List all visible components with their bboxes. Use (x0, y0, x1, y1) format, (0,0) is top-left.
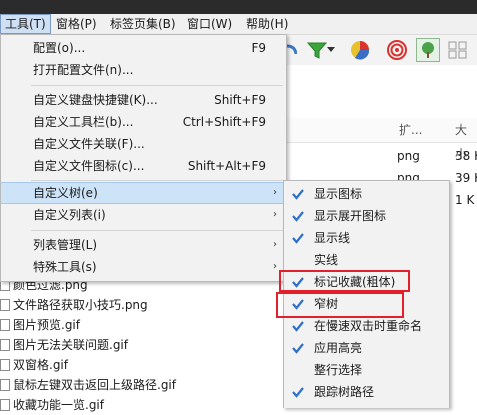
file-icon (0, 359, 10, 371)
menu-item-label: 打开配置文件(n)... (33, 63, 134, 77)
cell-size: 1 K (455, 193, 475, 207)
menu-separator (31, 230, 283, 231)
submenu-item-label: 显示展开图标 (314, 209, 387, 223)
file-row[interactable]: 鼠标左键双击返回上级路径.gif (0, 375, 176, 395)
file-icon (0, 299, 10, 311)
menu-item-label: 自定义键盘快捷键(K)... (33, 93, 158, 107)
annotation-box-narrow-tree (276, 292, 404, 318)
menu-tabsets[interactable]: 标签页集(B) (106, 15, 180, 33)
submenu-item-show-lines[interactable]: 显示线 (284, 227, 449, 249)
file-icon (0, 319, 10, 331)
submenu-item-show-expand-icons[interactable]: 显示展开图标 (284, 205, 449, 227)
submenu-arrow-icon: › (273, 261, 277, 272)
menu-item-open-config-file[interactable]: 打开配置文件(n)... (1, 59, 286, 81)
column-header-ext[interactable]: 扩... (399, 118, 422, 142)
menu-item-label: 配置(o)... (33, 41, 86, 55)
spiral-icon[interactable] (385, 38, 409, 62)
file-row[interactable]: 双窗格.gif (0, 355, 68, 375)
file-row[interactable]: 图片无法关联问题.gif (0, 335, 128, 355)
tools-menu: 配置(o)... F9 打开配置文件(n)... 自定义键盘快捷键(K)... … (0, 34, 287, 282)
menu-window[interactable]: 窗口(W) (183, 15, 236, 33)
checkmark-icon (292, 211, 304, 222)
menu-item-label: 自定义工具栏(b)... (33, 115, 134, 129)
menu-item-label: 特殊工具(s) (33, 260, 97, 274)
window-title-strip (0, 0, 477, 14)
submenu-item-rename-on-slow-dblclick[interactable]: 在慢速双击时重命名 (284, 315, 449, 337)
file-row[interactable]: 文件路径获取小技巧.png (0, 295, 148, 315)
annotation-box-mark-favorites (279, 270, 410, 292)
checkmark-icon (292, 189, 304, 200)
menu-item-label: 自定义文件关联(F)... (33, 137, 145, 151)
file-name: 收藏功能一览.gif (13, 398, 104, 412)
checkmark-icon (292, 343, 304, 354)
menu-item-custom-keyboard[interactable]: 自定义键盘快捷键(K)... Shift+F9 (1, 89, 286, 111)
file-name: 双窗格.gif (13, 358, 68, 372)
menu-item-label: 自定义文件图标(c)... (33, 159, 145, 173)
panes-icon[interactable] (446, 38, 470, 62)
menu-item-custom-toolbar[interactable]: 自定义工具栏(b)... Ctrl+Shift+F9 (1, 111, 286, 133)
menu-item-config[interactable]: 配置(o)... F9 (1, 37, 286, 59)
file-name: 鼠标左键双击返回上级路径.gif (13, 378, 176, 392)
submenu-item-show-icons[interactable]: 显示图标 (284, 183, 449, 205)
checkmark-icon (292, 233, 304, 244)
submenu-item-label: 实线 (314, 253, 339, 267)
submenu-arrow-icon: › (273, 209, 277, 220)
submenu-item-label: 整行选择 (314, 363, 363, 377)
pie-chart-icon[interactable] (348, 38, 372, 62)
cell-size: 39 K (455, 171, 477, 185)
submenu-item-track-tree-path[interactable]: 跟踪树路径 (284, 381, 449, 403)
menu-item-shortcut: Shift+Alt+F9 (187, 159, 266, 173)
file-name: 文件路径获取小技巧.png (13, 298, 148, 312)
file-row[interactable]: 图片预览.gif (0, 315, 80, 335)
menu-item-shortcut: Shift+F9 (214, 93, 266, 107)
menu-item-custom-file-assoc[interactable]: 自定义文件关联(F)... (1, 133, 286, 155)
checkmark-icon (292, 321, 304, 332)
menu-panes[interactable]: 窗格(P) (52, 15, 101, 33)
menu-item-label: 列表管理(L) (33, 238, 98, 252)
submenu-arrow-icon: › (273, 239, 277, 250)
file-row[interactable]: 收藏功能一览.gif (0, 395, 104, 415)
submenu-item-apply-highlight[interactable]: 应用高亮 (284, 337, 449, 359)
menu-item-label: 自定义列表(i) (33, 208, 106, 222)
checkmark-icon (292, 387, 304, 398)
menu-separator (31, 180, 283, 181)
file-icon (0, 339, 10, 351)
menu-item-custom-tree[interactable]: 自定义树(e) › (1, 182, 286, 204)
menu-item-shortcut: F9 (251, 41, 266, 55)
submenu-arrow-icon: › (273, 187, 277, 198)
submenu-item-label: 在慢速双击时重命名 (314, 319, 423, 333)
submenu-item-label: 显示图标 (314, 187, 363, 201)
column-header-size[interactable]: 大小 (455, 118, 477, 161)
menu-item-special-tools[interactable]: 特殊工具(s) › (1, 256, 286, 278)
cell-ext: png (397, 149, 420, 163)
dropdown-arrow-icon[interactable] (325, 38, 337, 62)
submenu-item-full-row-select[interactable]: 整行选择 (284, 359, 449, 381)
file-name: 图片预览.gif (13, 318, 80, 332)
menu-item-label: 自定义树(e) (33, 186, 98, 200)
menu-item-shortcut: Ctrl+Shift+F9 (182, 115, 266, 129)
menu-tools[interactable]: 工具(T) (0, 14, 51, 34)
file-name: 图片无法关联问题.gif (13, 338, 128, 352)
menubar: 工具(T) 窗格(P) 标签页集(B) 窗口(W) 帮助(H) (0, 14, 477, 35)
menu-item-custom-file-icons[interactable]: 自定义文件图标(c)... Shift+Alt+F9 (1, 155, 286, 177)
cell-size: 38 K (455, 149, 477, 163)
menu-separator (31, 85, 283, 86)
menu-item-list-management[interactable]: 列表管理(L) › (1, 234, 286, 256)
menu-item-custom-list[interactable]: 自定义列表(i) › (1, 204, 286, 226)
file-icon (0, 379, 10, 391)
menu-help[interactable]: 帮助(H) (242, 15, 292, 33)
submenu-item-solid-lines[interactable]: 实线 (284, 249, 449, 271)
tree-icon[interactable] (416, 38, 440, 62)
submenu-item-label: 跟踪树路径 (314, 385, 375, 399)
submenu-item-label: 应用高亮 (314, 341, 363, 355)
submenu-item-label: 显示线 (314, 231, 351, 245)
file-icon (0, 399, 10, 411)
